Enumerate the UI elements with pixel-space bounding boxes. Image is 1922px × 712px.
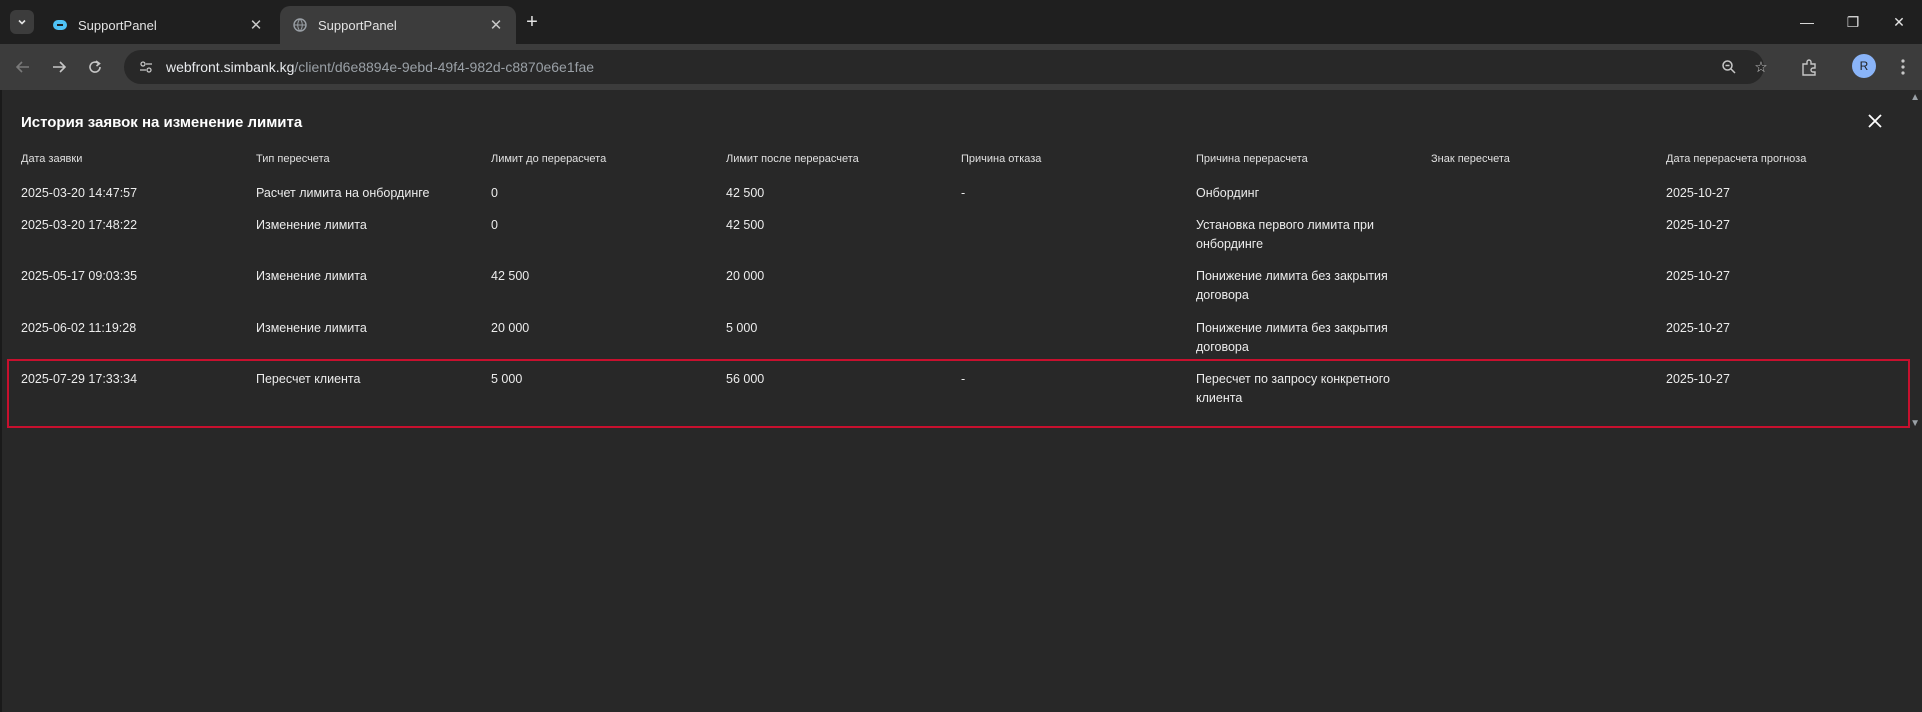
cell-limit-after: 42 500 <box>726 218 765 232</box>
table-row[interactable]: 2025-03-20 17:48:22 Изменение лимита 0 4… <box>21 216 1901 264</box>
tab-close-icon[interactable]: ✕ <box>248 17 264 34</box>
address-bar[interactable]: webfront.simbank.kg/client/d6e8894e-9ebd… <box>124 50 1768 84</box>
column-header-forecast-date: Дата перерасчета прогноза <box>1666 153 1807 165</box>
globe-icon <box>292 17 308 33</box>
scroll-up-arrow-icon[interactable]: ▲ <box>1910 92 1920 103</box>
column-header-rejection-reason: Причина отказа <box>961 153 1042 165</box>
column-header-recalc-reason: Причина перерасчета <box>1196 153 1308 165</box>
cell-forecast-date: 2025-10-27 <box>1666 186 1730 200</box>
cell-request-date: 2025-07-29 17:33:34 <box>21 372 138 386</box>
cell-recalc-reason: Понижение лимита без закрытия договора <box>1196 269 1388 302</box>
cell-limit-after: 5 000 <box>726 321 758 335</box>
cell-forecast-date: 2025-10-27 <box>1666 218 1730 232</box>
column-header-recalc-sign: Знак пересчета <box>1431 153 1510 165</box>
window-controls: — ❐ ✕ <box>1784 0 1922 44</box>
cell-limit-after: 42 500 <box>726 186 765 200</box>
back-arrow-icon[interactable] <box>8 52 38 82</box>
table-row[interactable]: 2025-05-17 09:03:35 Изменение лимита 42 … <box>21 267 1901 315</box>
cell-recalc-type: Расчет лимита на онбординге <box>256 186 430 200</box>
tab-close-icon[interactable]: ✕ <box>488 17 504 34</box>
chevron-down-icon <box>18 19 26 25</box>
tab-search-button[interactable] <box>10 10 34 34</box>
browser-toolbar: webfront.simbank.kg/client/d6e8894e-9ebd… <box>0 44 1922 90</box>
table-header-row: Дата заявки Тип пересчета Лимит до перер… <box>21 150 1901 170</box>
column-header-recalc-type: Тип пересчета <box>256 153 330 165</box>
cell-limit-before: 5 000 <box>491 372 523 386</box>
modal-close-icon[interactable] <box>1864 110 1886 132</box>
cell-recalc-type: Пересчет клиента <box>256 372 361 386</box>
supportpanel-favicon-icon <box>52 17 68 33</box>
cell-request-date: 2025-03-20 14:47:57 <box>21 186 138 200</box>
cell-recalc-type: Изменение лимита <box>256 321 367 335</box>
cell-limit-before: 0 <box>491 186 498 200</box>
profile-avatar[interactable]: R <box>1852 54 1876 78</box>
cell-recalc-reason: Онбординг <box>1196 186 1260 200</box>
cell-rejection-reason: - <box>961 186 966 200</box>
cell-limit-after: 20 000 <box>726 269 765 283</box>
cell-limit-before: 42 500 <box>491 269 530 283</box>
window-close-icon[interactable]: ✕ <box>1876 0 1922 44</box>
column-header-request-date: Дата заявки <box>21 153 83 165</box>
bookmark-star-icon[interactable]: ☆ <box>1752 58 1770 76</box>
extensions-icon[interactable] <box>1796 54 1822 80</box>
site-info-icon[interactable] <box>134 55 158 79</box>
column-header-limit-before: Лимит до перерасчета <box>491 153 607 165</box>
forward-arrow-icon[interactable] <box>44 52 74 82</box>
limit-history-table: Дата заявки Тип пересчета Лимит до перер… <box>21 150 1901 170</box>
new-tab-button[interactable]: + <box>520 10 544 34</box>
modal-title: История заявок на изменение лимита <box>21 114 303 131</box>
restore-icon[interactable]: ❐ <box>1830 0 1876 44</box>
tab-strip: SupportPanel ✕ SupportPanel ✕ + — ❐ ✕ <box>0 0 1922 44</box>
cell-limit-before: 0 <box>491 218 498 232</box>
reload-icon[interactable] <box>80 52 110 82</box>
cell-forecast-date: 2025-10-27 <box>1666 372 1730 386</box>
tab-supportpanel-2[interactable]: SupportPanel ✕ <box>280 6 516 44</box>
tab-title: SupportPanel <box>318 17 397 33</box>
table-row[interactable]: 2025-03-20 14:47:57 Расчет лимита на онб… <box>21 184 1901 214</box>
tab-title: SupportPanel <box>78 17 157 33</box>
cell-recalc-reason: Установка первого лимита при онбординге <box>1196 218 1374 251</box>
cell-forecast-date: 2025-10-27 <box>1666 269 1730 283</box>
url-host: webfront.simbank.kg <box>166 59 295 75</box>
cell-request-date: 2025-05-17 09:03:35 <box>21 269 138 283</box>
cell-recalc-reason: Пересчет по запросу конкретного клиента <box>1196 372 1390 405</box>
url-text: webfront.simbank.kg/client/d6e8894e-9ebd… <box>166 59 594 75</box>
scroll-down-arrow-icon[interactable]: ▼ <box>1910 418 1920 429</box>
cell-request-date: 2025-03-20 17:48:22 <box>21 218 138 232</box>
minimize-icon[interactable]: — <box>1784 0 1830 44</box>
cell-limit-before: 20 000 <box>491 321 530 335</box>
table-row-selected[interactable]: 2025-07-29 17:33:34 Пересчет клиента 5 0… <box>21 370 1901 418</box>
tab-supportpanel-1[interactable]: SupportPanel ✕ <box>40 6 276 44</box>
cell-limit-after: 56 000 <box>726 372 765 386</box>
column-header-limit-after: Лимит после перерасчета <box>726 153 859 165</box>
cell-recalc-type: Изменение лимита <box>256 269 367 283</box>
cell-request-date: 2025-06-02 11:19:28 <box>21 321 137 335</box>
cell-recalc-type: Изменение лимита <box>256 218 367 232</box>
menu-kebab-icon[interactable] <box>1890 54 1916 80</box>
zoom-icon[interactable] <box>1720 58 1738 76</box>
url-path: /client/d6e8894e-9ebd-49f4-982d-c8870e6e… <box>294 59 595 75</box>
cell-forecast-date: 2025-10-27 <box>1666 321 1730 335</box>
cell-recalc-reason: Понижение лимита без закрытия договора <box>1196 321 1388 354</box>
cell-rejection-reason: - <box>961 372 966 386</box>
